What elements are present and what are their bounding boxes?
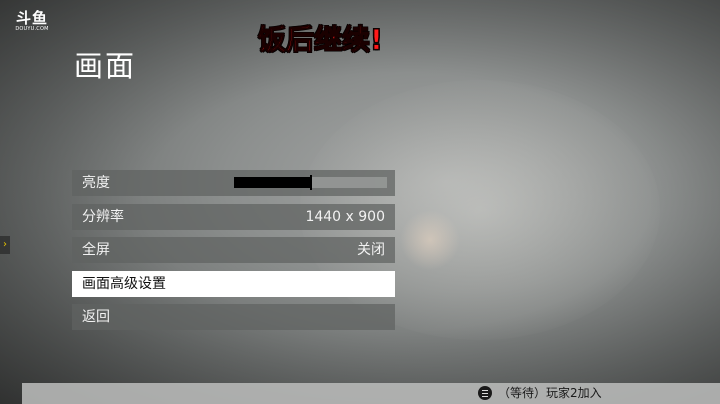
player-join-prompt: （等待）玩家2加入 xyxy=(478,383,602,404)
menu-item-resolution[interactable]: 分辨率 1440 x 900 xyxy=(72,203,395,230)
resolution-value: 1440 x 900 xyxy=(305,208,385,225)
game-screen: 斗鱼 DOUYU.COM 饭后继续! 画面 亮度 分辨率 1440 x 900 … xyxy=(0,0,720,404)
menu-item-brightness[interactable]: 亮度 xyxy=(72,170,395,196)
settings-menu: 亮度 分辨率 1440 x 900 全屏 关闭 画面高级设置 返回 xyxy=(72,170,395,338)
player-join-text: （等待）玩家2加入 xyxy=(498,386,602,400)
menu-button-icon xyxy=(478,385,492,400)
brightness-slider-handle[interactable] xyxy=(310,175,312,190)
brightness-slider[interactable] xyxy=(234,175,387,190)
menu-item-label: 亮度 xyxy=(82,175,110,191)
menu-item-advanced-graphics[interactable]: 画面高级设置 xyxy=(72,270,395,297)
watermark-logo-text: 斗鱼 xyxy=(15,9,48,27)
menu-item-label: 返回 xyxy=(82,309,110,325)
menu-item-label: 分辨率 xyxy=(82,208,124,225)
menu-item-label: 画面高级设置 xyxy=(82,275,166,292)
menu-item-back[interactable]: 返回 xyxy=(72,304,395,330)
menu-item-label: 全屏 xyxy=(82,242,110,258)
page-title: 画面 xyxy=(74,49,137,83)
chevron-right-icon[interactable]: › xyxy=(0,236,10,254)
watermark-logo-subtext: DOUYU.COM xyxy=(15,26,49,32)
stream-overlay-caption: 饭后继续! xyxy=(258,23,384,57)
fullscreen-value: 关闭 xyxy=(357,242,385,258)
brightness-slider-fill xyxy=(234,177,311,188)
menu-item-fullscreen[interactable]: 全屏 关闭 xyxy=(72,237,395,263)
player-join-bar: （等待）玩家2加入 xyxy=(22,383,720,404)
douyu-watermark-logo: 斗鱼 DOUYU.COM xyxy=(12,10,52,32)
